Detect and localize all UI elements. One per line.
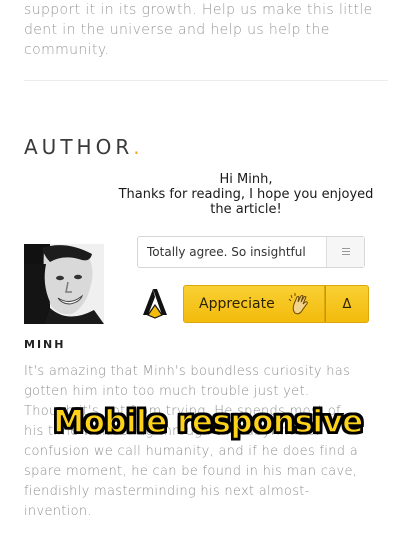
- intro-line: community.: [24, 42, 110, 58]
- clapping-hands-icon: [288, 293, 308, 315]
- avatar-photo: [24, 244, 104, 324]
- bio-line: fiendishly masterminding his next almost…: [24, 484, 310, 499]
- reaction-select[interactable]: Totally agree. So insightful: [137, 236, 365, 268]
- hamburger-menu-icon: [342, 248, 350, 256]
- reaction-selected-value: Totally agree. So insightful: [147, 245, 306, 259]
- count-symbol: Δ: [342, 297, 352, 312]
- bio-line: confusion we call humanity, and if he do…: [24, 444, 358, 459]
- intro-paragraph: support it in its growth. Help us make t…: [24, 0, 392, 60]
- bio-line: invention.: [24, 504, 92, 519]
- greeting-line: Thanks for reading, I hope you enjoyed: [118, 187, 374, 202]
- author-heading-dot: .: [133, 135, 140, 159]
- author-heading: AUTHOR.: [24, 135, 140, 159]
- author-avatar: [24, 244, 104, 324]
- bio-line: spare moment, he can be found in his man…: [24, 464, 358, 479]
- appreciate-label: Appreciate: [199, 296, 275, 312]
- bio-line: It's amazing that Minh's boundless curio…: [24, 364, 351, 379]
- bio-line: gotten him into too much trouble just ye…: [24, 384, 310, 399]
- overlay-caption: Mobile responsive: [52, 403, 364, 441]
- greeting-line: Hi Minh,: [219, 172, 273, 187]
- appreciation-count-button[interactable]: Δ: [325, 285, 369, 323]
- author-name: MINH: [24, 338, 66, 351]
- greeting-line: the article!: [210, 202, 282, 217]
- a-logo-icon: [140, 287, 170, 319]
- appreciate-button[interactable]: Appreciate: [183, 285, 325, 323]
- author-bio: It's amazing that Minh's boundless curio…: [24, 362, 396, 522]
- intro-line: support it in its growth. Help us make t…: [24, 2, 373, 18]
- intro-line: dent in the universe and help us help th…: [24, 22, 330, 38]
- section-divider: [24, 80, 388, 81]
- reaction-menu-button[interactable]: [326, 237, 364, 267]
- author-heading-text: AUTHOR: [24, 135, 134, 159]
- greeting-message: Hi Minh, Thanks for reading, I hope you …: [110, 172, 382, 217]
